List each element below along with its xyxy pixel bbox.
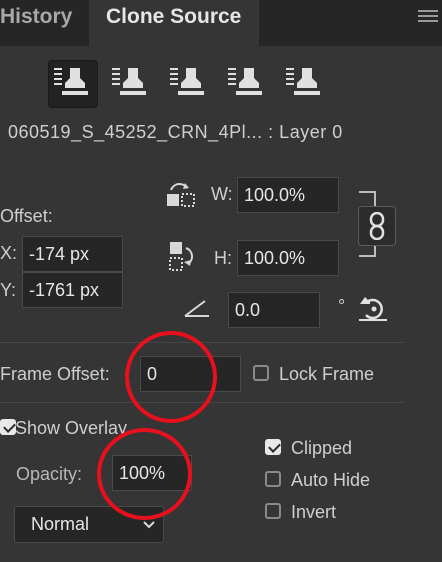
clipped-checkbox[interactable] xyxy=(265,439,281,455)
x-label: X: xyxy=(0,243,18,263)
y-label: Y: xyxy=(0,280,17,300)
opacity-field[interactable]: 100% xyxy=(112,455,192,491)
offset-x-field[interactable]: -174 px xyxy=(22,236,123,272)
tab-clone-source-label[interactable]: Clone Source xyxy=(106,5,241,29)
frame-offset-field[interactable]: 0 xyxy=(140,356,241,392)
frame-offset-label: Frame Offset: xyxy=(0,364,110,384)
w-label: W: xyxy=(211,184,233,204)
degree-symbol: ° xyxy=(338,296,346,316)
chain-link-icon xyxy=(369,212,385,240)
blend-mode-select[interactable]: Normal xyxy=(14,506,164,543)
tab-history[interactable]: History xyxy=(0,5,72,29)
section-divider xyxy=(0,402,405,403)
offset-label: Offset: xyxy=(0,206,53,226)
clone-stamp-icon xyxy=(170,68,204,95)
height-scale-field[interactable]: 100.0% xyxy=(237,240,339,276)
h-label: H: xyxy=(214,248,232,268)
clone-stamp-icon xyxy=(228,68,262,95)
clone-source-button-3[interactable] xyxy=(164,60,214,108)
lock-frame-label: Lock Frame xyxy=(279,364,375,384)
section-divider xyxy=(0,342,405,343)
opacity-label: Opacity: xyxy=(16,464,83,484)
flip-vertical-icon[interactable] xyxy=(168,240,198,274)
clone-source-button-5[interactable] xyxy=(280,60,330,108)
panel-menu-icon[interactable] xyxy=(418,10,438,22)
source-layer-label: 060519_S_45252_CRN_4Pl... : Layer 0 xyxy=(8,122,343,142)
clipped-label: Clipped xyxy=(291,438,353,458)
clone-source-button-2[interactable] xyxy=(106,60,156,108)
show-overlay-checkbox[interactable] xyxy=(0,419,16,435)
angle-icon xyxy=(184,300,209,317)
rotation-angle-field[interactable]: 0.0 xyxy=(228,292,320,328)
chevron-down-icon xyxy=(143,521,155,529)
auto-hide-checkbox[interactable] xyxy=(265,471,281,487)
show-overlay-label: Show Overlay xyxy=(15,418,128,438)
clone-stamp-icon xyxy=(112,68,146,95)
lock-frame-checkbox[interactable] xyxy=(253,365,269,381)
blend-mode-value: Normal xyxy=(31,514,90,534)
flip-horizontal-icon[interactable] xyxy=(165,180,197,210)
reset-transform-icon[interactable] xyxy=(358,295,388,323)
auto-hide-label: Auto Hide xyxy=(291,470,371,490)
offset-y-field[interactable]: -1761 px xyxy=(22,272,123,308)
width-scale-field[interactable]: 100.0% xyxy=(237,177,339,213)
clone-stamp-icon xyxy=(54,68,88,95)
link-wh-button[interactable] xyxy=(358,206,396,246)
clone-source-button-4[interactable] xyxy=(222,60,272,108)
clone-source-button-1[interactable] xyxy=(48,60,98,108)
invert-label: Invert xyxy=(291,502,337,522)
invert-checkbox[interactable] xyxy=(265,503,281,519)
clone-stamp-icon xyxy=(286,68,320,95)
